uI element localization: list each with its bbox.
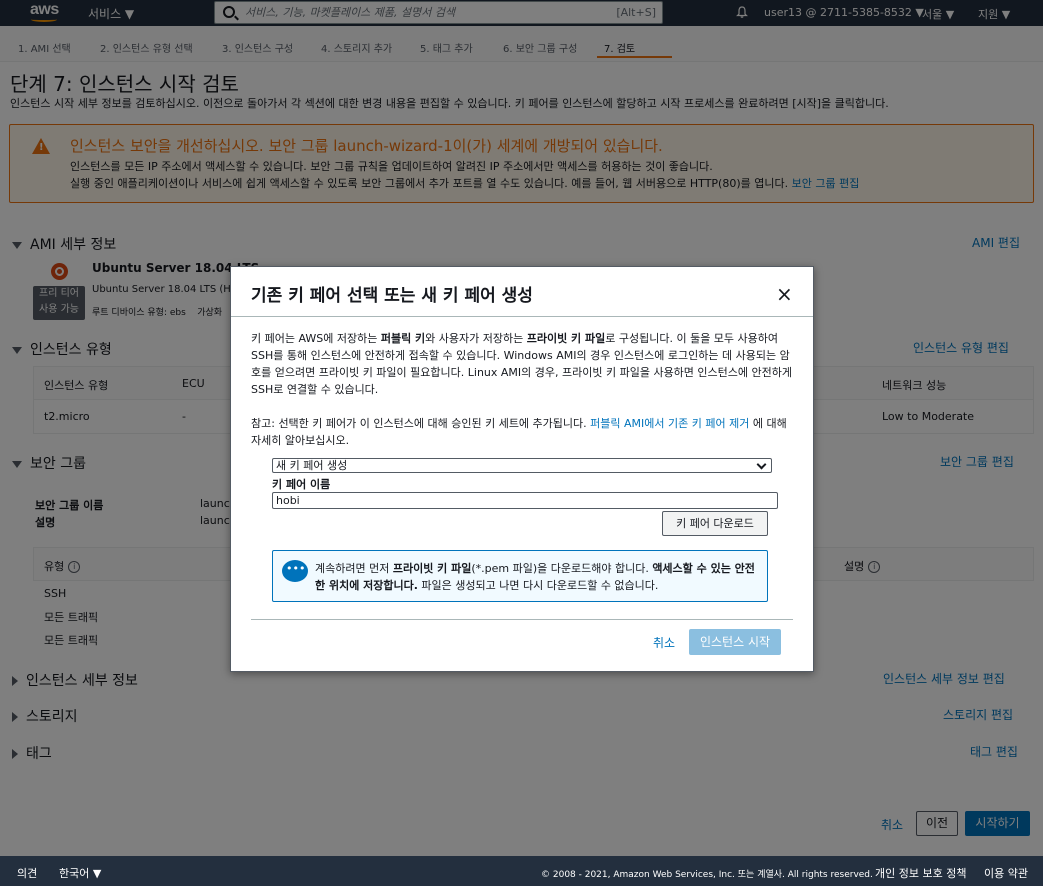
modal-divider [251, 619, 793, 620]
chevron-down-icon [756, 459, 767, 470]
chat-info-icon [282, 560, 308, 582]
close-icon[interactable]: × [776, 282, 793, 306]
launch-instance-button[interactable]: 인스턴스 시작 [689, 629, 781, 655]
privacy-link[interactable]: 개인 정보 보호 정책 [875, 865, 966, 881]
desc-private-key: 프라이빗 키 파일 [526, 332, 606, 345]
modal-note: 참고: 선택한 키 페어가 이 인스턴스에 대해 승인된 키 세트에 추가됩니다… [251, 415, 796, 449]
note-part-1: 참고: 선택한 키 페어가 이 인스턴스에 대해 승인된 키 세트에 추가됩니다… [251, 417, 591, 430]
language-selector[interactable]: 한국어 ▼ [59, 865, 101, 881]
download-info-box: 계속하려면 먼저 프라이빗 키 파일(*.pem 파일)을 다운로드해야 합니다… [272, 550, 768, 602]
key-pair-name-label: 키 페어 이름 [272, 478, 331, 491]
select-value: 새 키 페어 생성 [276, 459, 348, 472]
key-pair-name-input[interactable] [272, 492, 778, 509]
footer: 의견 한국어 ▼ © 2008 - 2021, Amazon Web Servi… [0, 856, 1043, 886]
info-part-2: (*.pem 파일)을 다운로드해야 합니다. [471, 562, 653, 575]
key-pair-modal: 기존 키 페어 선택 또는 새 키 페어 생성 × 키 페어는 AWS에 저장하… [230, 266, 814, 672]
download-key-pair-button[interactable]: 키 페어 다운로드 [662, 511, 768, 536]
feedback-link[interactable]: 의견 [17, 865, 37, 881]
modal-description: 키 페어는 AWS에 저장하는 퍼블릭 키와 사용자가 저장하는 프라이빗 키 … [251, 330, 796, 398]
desc-public-key: 퍼블릭 키 [380, 332, 426, 345]
key-pair-option-select[interactable]: 새 키 페어 생성 [272, 458, 772, 473]
copyright: © 2008 - 2021, Amazon Web Services, Inc.… [541, 870, 873, 880]
info-part-3: 파일은 생성되고 나면 다시 다운로드할 수 없습니다. [417, 579, 659, 592]
modal-title: 기존 키 페어 선택 또는 새 키 페어 생성 [251, 286, 533, 306]
info-part-1: 계속하려면 먼저 [315, 562, 393, 575]
desc-part-2: 와 사용자가 저장하는 [425, 332, 527, 345]
info-private-key: 프라이빗 키 파일 [392, 562, 472, 575]
terms-link[interactable]: 이용 약관 [984, 865, 1028, 881]
download-info-text: 계속하려면 먼저 프라이빗 키 파일(*.pem 파일)을 다운로드해야 합니다… [315, 560, 763, 594]
desc-part-1: 키 페어는 AWS에 저장하는 [251, 332, 381, 345]
remove-key-pair-link[interactable]: 퍼블릭 AMI에서 기존 키 페어 제거 [590, 417, 749, 430]
modal-cancel-button[interactable]: 취소 [653, 634, 675, 651]
modal-header: 기존 키 페어 선택 또는 새 키 페어 생성 × [231, 267, 813, 317]
